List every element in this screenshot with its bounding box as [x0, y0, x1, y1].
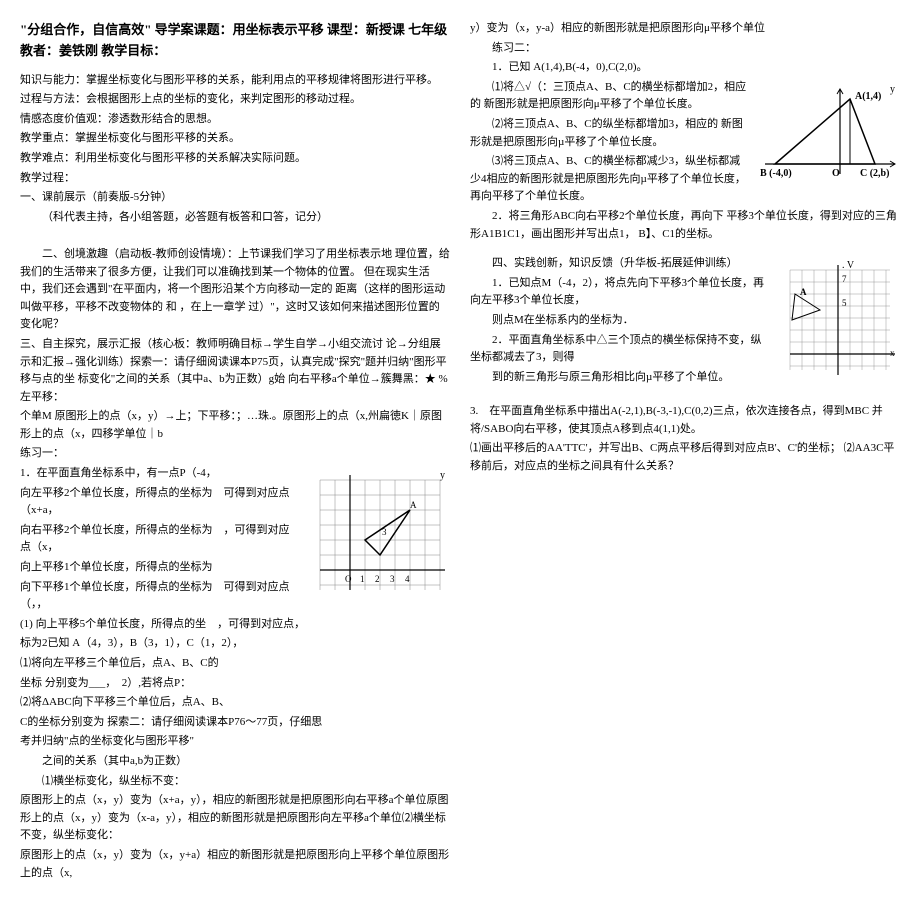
difficulty: 教学难点：利用坐标变化与图形平移的关系解决实际问题。: [20, 150, 450, 168]
p1-end1: 原图形上的点（x，y）变为（x+a，y），相应的新图形就是把原图形向右平移a个单…: [20, 792, 450, 845]
practice2-label: 练习二：: [470, 40, 900, 58]
svg-text:7: 7: [842, 274, 847, 284]
p1-7: 标为2已知 A（4，3），B（3，1），C（1，2），: [20, 635, 450, 653]
svg-text:A: A: [800, 287, 807, 297]
y-axis-label: y: [440, 470, 445, 481]
svg-text:1: 1: [360, 574, 365, 584]
svg-text:5: 5: [842, 298, 847, 308]
attitude: 情感态度价值观：渗透数形结合的思想。: [20, 111, 450, 129]
step3-line2: 个单M 原图形上的点（x，y）→上；下平移：；…珠.。原图形上的点（x,州扁徳K…: [20, 408, 450, 443]
svg-text:2: 2: [375, 574, 380, 584]
grid-figure: . V 7 A 5 x: [780, 260, 900, 380]
vertex-a: A(1,4): [855, 91, 881, 102]
step3: 三、自主探究，展示汇报（核心板：教师明确目标→学生自学→小组交流讨 论→分组展示…: [20, 336, 450, 406]
p1-q3: 考并归纳"点的坐标变化与图形平移": [20, 733, 450, 751]
keypoint: 教学重点：掌握坐标变化与图形平移的关系。: [20, 130, 450, 148]
process-method: 过程与方法：会根据图形上点的坐标的变化，来判定图形的移动过程。: [20, 91, 450, 109]
right-top: y）变为（x，y-a）相应的新图形就是把原图形向μ平移个单位: [470, 20, 900, 38]
p1-q2: ⑵将ΔABC向下平移三个单位后，点A、B、: [20, 694, 450, 712]
origin-label: O: [345, 574, 352, 584]
step1-note: （科代表主持，各小组答题，必答题有板答和口答，记分）: [20, 209, 450, 227]
p2-1: 1．已知 A(1,4),B(-4，0),C(2,0)。: [470, 59, 900, 77]
step1: 一、课前展示（前奏版-5分钟）: [20, 189, 450, 207]
p4-3: 3. 在平面直角坐标系中描出A(-2,1),B(-3,-1),C(0,2)三点，…: [470, 403, 900, 438]
grid-v-label: . V: [842, 260, 855, 271]
procedure: 教学过程：: [20, 170, 450, 188]
p1-q4: ⑴横坐标变化，纵坐标不变：: [20, 773, 450, 791]
p1-q3b: 之间的关系（其中a,b为正数）: [20, 753, 450, 771]
p2-5: 2．将三角形ABC向右平移2个单位长度，再向下 平移3个单位长度，得到对应的三角…: [470, 208, 900, 243]
practice1-label: 练习一：: [20, 445, 450, 463]
svg-text:x: x: [890, 348, 895, 358]
svg-text:4: 4: [405, 574, 410, 584]
svg-text:3: 3: [390, 574, 395, 584]
triangle-figure: A(1,4) B (-4,0) O C (2,b) y: [760, 84, 900, 184]
svg-text:3: 3: [382, 527, 387, 537]
svg-text:y: y: [890, 84, 895, 95]
p1-q1: ⑴将向左平移三个单位后，点A、B、C的: [20, 655, 450, 673]
vertex-b: B (-4,0): [760, 168, 792, 179]
knowledge-skill: 知识与能力：掌握坐标变化与图形平移的关系，能利用点的平移规律将图形进行平移。: [20, 72, 450, 90]
p4-3b: ⑴画出平移后的AA'TTC'，并写出B、C两点平移后得到对应点B'、C'的坐标；…: [470, 440, 900, 475]
triangle-grid-figure: y A 3 O 1 2 3 4: [310, 470, 450, 600]
point-a-label: A: [410, 500, 417, 510]
step2: 二、创境激趣（启动板-教师创设情境）：上节课我们学习了用坐标表示地 理位置，给我…: [20, 246, 450, 334]
p1-6: (1) 向上平移5个单位长度，所得点的坐 ，可得到对应点，: [20, 616, 450, 634]
p1-q1b: 坐标 分别变为___， 2）,若将点P：: [20, 675, 450, 693]
doc-title: "分组合作，自信高效" 导学案课题：用坐标表示平移 课型：新授课 七年级 教者：…: [20, 20, 450, 62]
p1-q2b: C的坐标分别变为 探索二：请仔细阅读课本P76～77页，仔细思: [20, 714, 450, 732]
vertex-c: C (2,b): [860, 168, 889, 179]
p1-end2: 原图形上的点（x，y）变为（x，y+a）相应的新图形就是把原图形向上平移个单位原…: [20, 847, 450, 882]
vertex-o: O: [832, 168, 840, 179]
